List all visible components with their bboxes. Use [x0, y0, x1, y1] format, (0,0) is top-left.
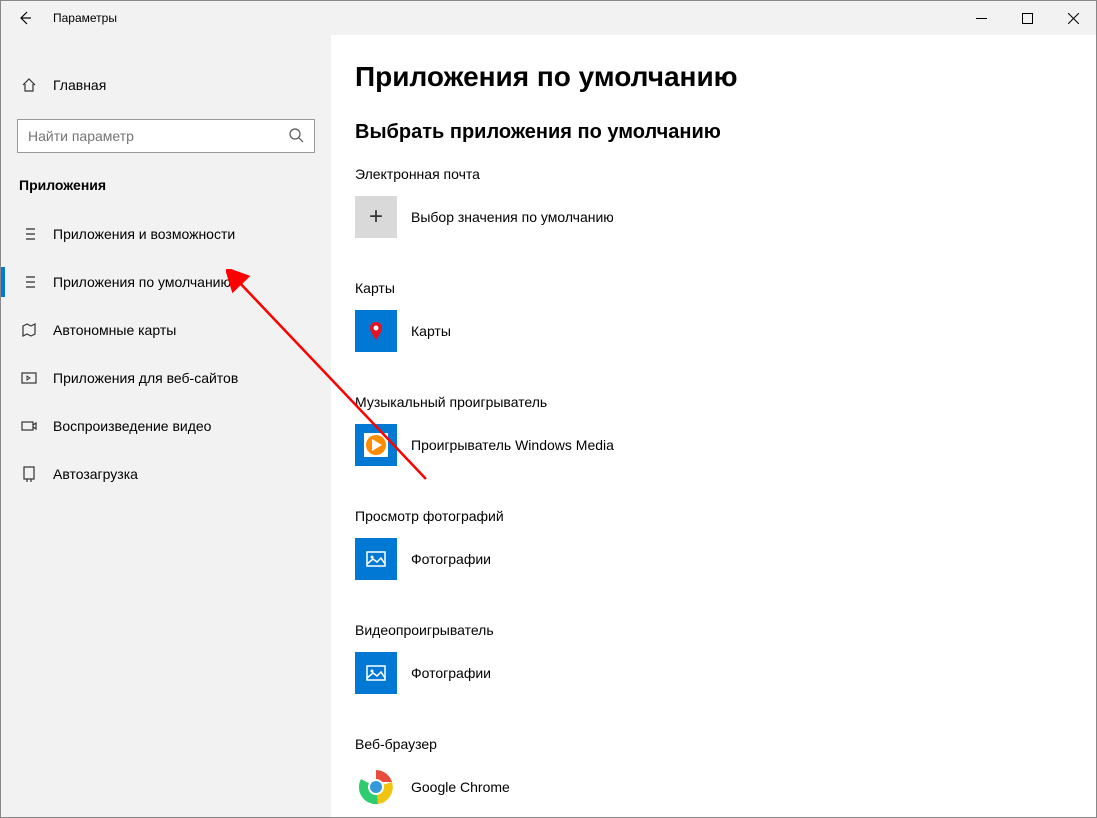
sidebar-item-label: Автозагрузка — [53, 466, 138, 482]
category-label: Электронная почта — [355, 166, 1096, 182]
offline-maps-icon — [19, 321, 39, 339]
category-email: Электронная почта + Выбор значения по ум… — [355, 166, 1096, 238]
app-name: Карты — [411, 323, 451, 339]
app-choose-video[interactable]: Фотографии — [355, 652, 1096, 694]
photos-app-icon — [355, 538, 397, 580]
video-playback-icon — [19, 417, 39, 435]
home-label: Главная — [53, 77, 106, 93]
wmp-app-icon — [355, 424, 397, 466]
search-input[interactable] — [28, 128, 288, 144]
maximize-button[interactable] — [1004, 1, 1050, 35]
titlebar: Параметры — [1, 1, 1096, 35]
close-icon — [1068, 13, 1079, 24]
app-choose-maps[interactable]: Карты — [355, 310, 1096, 352]
category-label: Веб-браузер — [355, 736, 1096, 752]
sidebar-section-label: Приложения — [1, 177, 331, 193]
sidebar: Главная Приложения Приложения и возможно… — [1, 35, 331, 817]
window-controls — [958, 1, 1096, 35]
apps-websites-icon — [19, 369, 39, 387]
maximize-icon — [1022, 13, 1033, 24]
app-name: Проигрыватель Windows Media — [411, 437, 614, 453]
app-name: Google Chrome — [411, 779, 510, 795]
minimize-button[interactable] — [958, 1, 1004, 35]
app-name: Фотографии — [411, 665, 491, 681]
category-video: Видеопроигрыватель Фотографии — [355, 622, 1096, 694]
app-choose-email[interactable]: + Выбор значения по умолчанию — [355, 196, 1096, 238]
sidebar-item-label: Автономные карты — [53, 322, 176, 338]
default-apps-icon — [19, 273, 39, 291]
category-label: Видеопроигрыватель — [355, 622, 1096, 638]
photos-app-icon — [355, 652, 397, 694]
minimize-icon — [976, 13, 987, 24]
page-title: Приложения по умолчанию — [355, 61, 1096, 93]
sidebar-item-apps-features[interactable]: Приложения и возможности — [1, 213, 331, 255]
app-name: Фотографии — [411, 551, 491, 567]
chrome-app-icon — [355, 766, 397, 808]
app-choose-browser[interactable]: Google Chrome — [355, 766, 1096, 808]
maps-app-icon — [355, 310, 397, 352]
category-maps: Карты Карты — [355, 280, 1096, 352]
home-link[interactable]: Главная — [1, 65, 331, 105]
search-box[interactable] — [17, 119, 315, 153]
category-label: Просмотр фотографий — [355, 508, 1096, 524]
search-icon — [288, 127, 304, 146]
app-choose-music[interactable]: Проигрыватель Windows Media — [355, 424, 1096, 466]
category-browser: Веб-браузер Google Chrome — [355, 736, 1096, 808]
app-choose-photos[interactable]: Фотографии — [355, 538, 1096, 580]
category-label: Музыкальный проигрыватель — [355, 394, 1096, 410]
window-title: Параметры — [53, 11, 117, 25]
home-icon — [19, 76, 39, 94]
sidebar-item-default-apps[interactable]: Приложения по умолчанию — [1, 261, 331, 303]
sidebar-item-apps-websites[interactable]: Приложения для веб-сайтов — [1, 357, 331, 399]
category-label: Карты — [355, 280, 1096, 296]
back-button[interactable] — [1, 1, 49, 35]
close-button[interactable] — [1050, 1, 1096, 35]
sidebar-item-label: Приложения по умолчанию — [53, 274, 231, 290]
sidebar-item-label: Приложения для веб-сайтов — [53, 370, 238, 386]
app-name: Выбор значения по умолчанию — [411, 209, 614, 225]
category-photos: Просмотр фотографий Фотографии — [355, 508, 1096, 580]
main-content: Приложения по умолчанию Выбрать приложен… — [331, 35, 1096, 817]
sidebar-item-video-playback[interactable]: Воспроизведение видео — [1, 405, 331, 447]
apps-list-icon — [19, 225, 39, 243]
arrow-left-icon — [17, 10, 33, 26]
startup-icon — [19, 465, 39, 483]
sidebar-item-label: Воспроизведение видео — [53, 418, 211, 434]
sidebar-item-label: Приложения и возможности — [53, 226, 235, 242]
plus-icon: + — [355, 196, 397, 238]
sidebar-item-offline-maps[interactable]: Автономные карты — [1, 309, 331, 351]
sub-title: Выбрать приложения по умолчанию — [355, 121, 1096, 144]
category-music: Музыкальный проигрыватель Проигрыватель … — [355, 394, 1096, 466]
sidebar-item-startup[interactable]: Автозагрузка — [1, 453, 331, 495]
